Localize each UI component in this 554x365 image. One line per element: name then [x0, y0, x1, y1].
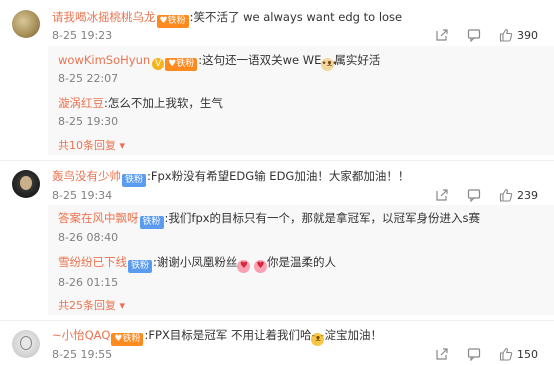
dog-emoji-icon: •ᴥ• [321, 58, 338, 71]
fans-badge: ♥铁粉 [111, 333, 144, 346]
comment-text: :笑不活了 we always want edg to lose [189, 10, 403, 24]
fans-badge: ♥铁粉 [156, 15, 189, 28]
like-count: 239 [517, 188, 538, 202]
more-replies-link[interactable]: 共25条回复 ▾ [58, 299, 125, 313]
comment-author[interactable]: 轰鸟没有少帅 [52, 169, 121, 183]
comment-text: :FPX目标是冠军 不用让着我们哈 [144, 328, 312, 342]
comment-date: 8-25 19:55 [52, 348, 113, 361]
fans-badge: 铁粉 [139, 216, 164, 229]
reply-text: :这句还一语双关we WE [198, 53, 322, 67]
reply-date: 8-26 08:40 [58, 231, 119, 244]
like-count: 150 [517, 347, 538, 361]
comment-text-tail: 淀宝加油！ [324, 328, 382, 342]
reply-line: 答案在风中飘呀 铁粉:我们fpx的目标只有一个，那就是拿冠军，以冠军身份进入s赛 [58, 210, 480, 229]
more-replies-label[interactable]: 共25条回复 [58, 299, 116, 312]
reply-text: :我们fpx的目标只有一个，那就是拿冠军，以冠军身份进入s赛 [164, 211, 481, 225]
share-icon[interactable] [435, 347, 449, 361]
comment-icon[interactable] [467, 28, 481, 42]
comment-date: 8-25 19:23 [52, 29, 113, 42]
reply-author[interactable]: 答案在风中飘呀 [58, 211, 139, 225]
heart-eyes-emoji-icon: ♥ [254, 260, 268, 273]
more-replies-link[interactable]: 共10条回复 ▾ [58, 139, 125, 153]
reply-text: :怎么不加上我软，生气 [104, 96, 223, 110]
comment-text: :Fpx粉没有希望EDG输 EDG加油！大家都加油！！ [147, 169, 410, 183]
reply-line: wowKimSoHyun V ♥铁粉:这句还一语双关we WE•ᴥ•属实好活 [58, 52, 380, 71]
like-icon[interactable] [499, 188, 513, 202]
more-replies-label[interactable]: 共10条回复 [58, 139, 116, 152]
reply-date: 8-25 22:07 [58, 72, 119, 85]
fans-badge: 铁粉 [128, 260, 153, 273]
heart-eyes-emoji-icon: ♥ [237, 260, 251, 273]
reply-author[interactable]: 雪纷纷已下线 [58, 255, 127, 269]
comment-icon[interactable] [467, 347, 481, 361]
comment-author[interactable]: ~小怡QAQ [52, 328, 110, 342]
laugh-emoji-icon: ᵔᴥᵔ [311, 333, 325, 346]
reply-date: 8-25 19:30 [58, 115, 119, 128]
divider [0, 160, 554, 161]
reply-date: 8-26 01:15 [58, 276, 119, 289]
share-icon[interactable] [435, 188, 449, 202]
fans-badge: 铁粉 [122, 174, 147, 187]
like-icon[interactable] [499, 347, 513, 361]
reply-line: 雪纷纷已下线 铁粉:谢谢小凤凰粉丝 ♥ ♥ 你是温柔的人 [58, 254, 336, 273]
fans-badge: ♥铁粉 [165, 58, 198, 71]
comment-icon[interactable] [467, 188, 481, 202]
divider [0, 320, 554, 321]
comment-actions: 150 [417, 347, 538, 361]
chevron-down-icon: ▾ [116, 139, 126, 152]
comment-line: ~小怡QAQ ♥铁粉:FPX目标是冠军 不用让着我们哈ᵔᴥᵔ淀宝加油！ [52, 327, 382, 346]
like-icon[interactable] [499, 28, 513, 42]
comment-line: 请我喝冰摇桃桃乌龙 ♥铁粉:笑不活了 we always want edg to … [52, 9, 402, 28]
comment-actions: 390 [417, 28, 538, 42]
reply-text: :谢谢小凤凰粉丝 [153, 255, 238, 269]
comment-date: 8-25 19:34 [52, 189, 113, 202]
avatar[interactable] [12, 10, 40, 38]
avatar[interactable] [12, 170, 40, 198]
reply-text-tail: 你是温柔的人 [267, 255, 337, 269]
share-icon[interactable] [435, 28, 449, 42]
chevron-down-icon: ▾ [116, 299, 126, 312]
comment-author[interactable]: 请我喝冰摇桃桃乌龙 [52, 10, 156, 24]
reply-author[interactable]: wowKimSoHyun [58, 53, 150, 67]
verified-icon: V [152, 58, 165, 70]
reply-author[interactable]: 漩涡红豆 [58, 96, 104, 110]
comment-line: 轰鸟没有少帅 铁粉:Fpx粉没有希望EDG输 EDG加油！大家都加油！！ [52, 168, 409, 187]
comment-actions: 239 [417, 188, 538, 202]
reply-line: 漩涡红豆:怎么不加上我软，生气 [58, 95, 223, 111]
like-count: 390 [517, 28, 538, 42]
reply-text-tail: 属实好活 [334, 53, 381, 67]
avatar[interactable] [12, 330, 40, 358]
